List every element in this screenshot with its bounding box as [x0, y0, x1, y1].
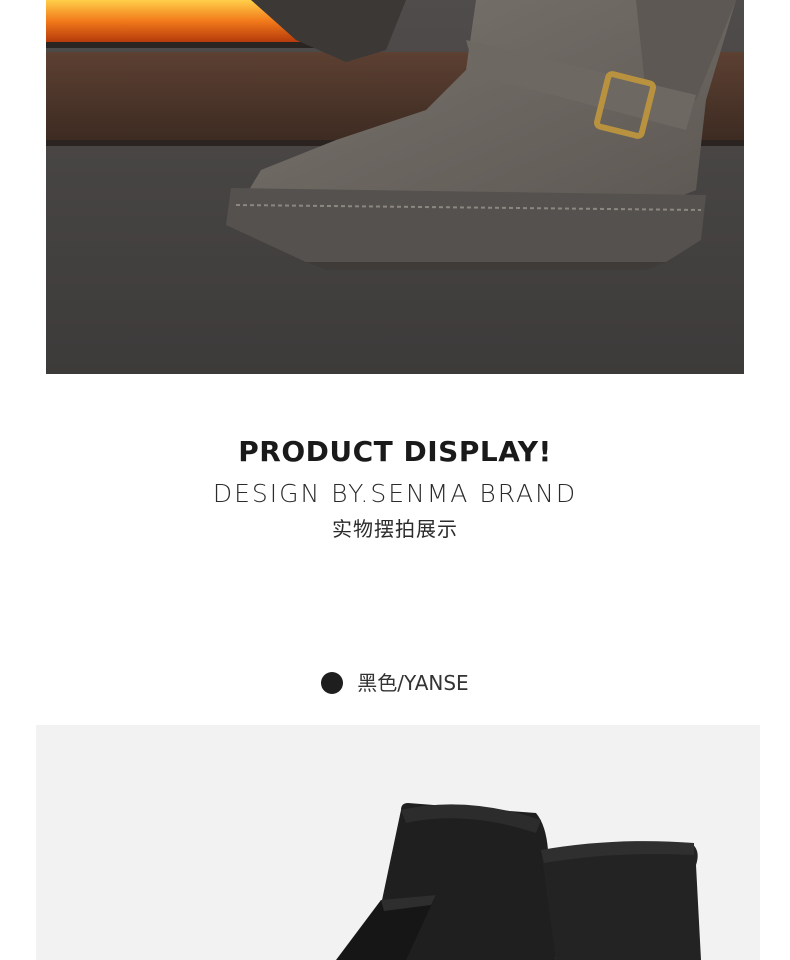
section-caption: 实物摆拍展示 [332, 517, 458, 541]
color-swatch-dot [321, 672, 344, 694]
black-boot-illustration [36, 725, 760, 960]
color-option-text: 黑色/YANSE [357, 671, 469, 695]
product-photo-grey-boot [46, 0, 744, 374]
product-photo-black-boot [36, 725, 760, 960]
grey-boot-illustration [46, 0, 744, 374]
color-option-label: 黑色/YANSE [0, 668, 790, 698]
section-subtitle: DESIGN BY.SENMA BRAND [212, 479, 578, 508]
section-title: PRODUCT DISPLAY! [238, 435, 552, 468]
